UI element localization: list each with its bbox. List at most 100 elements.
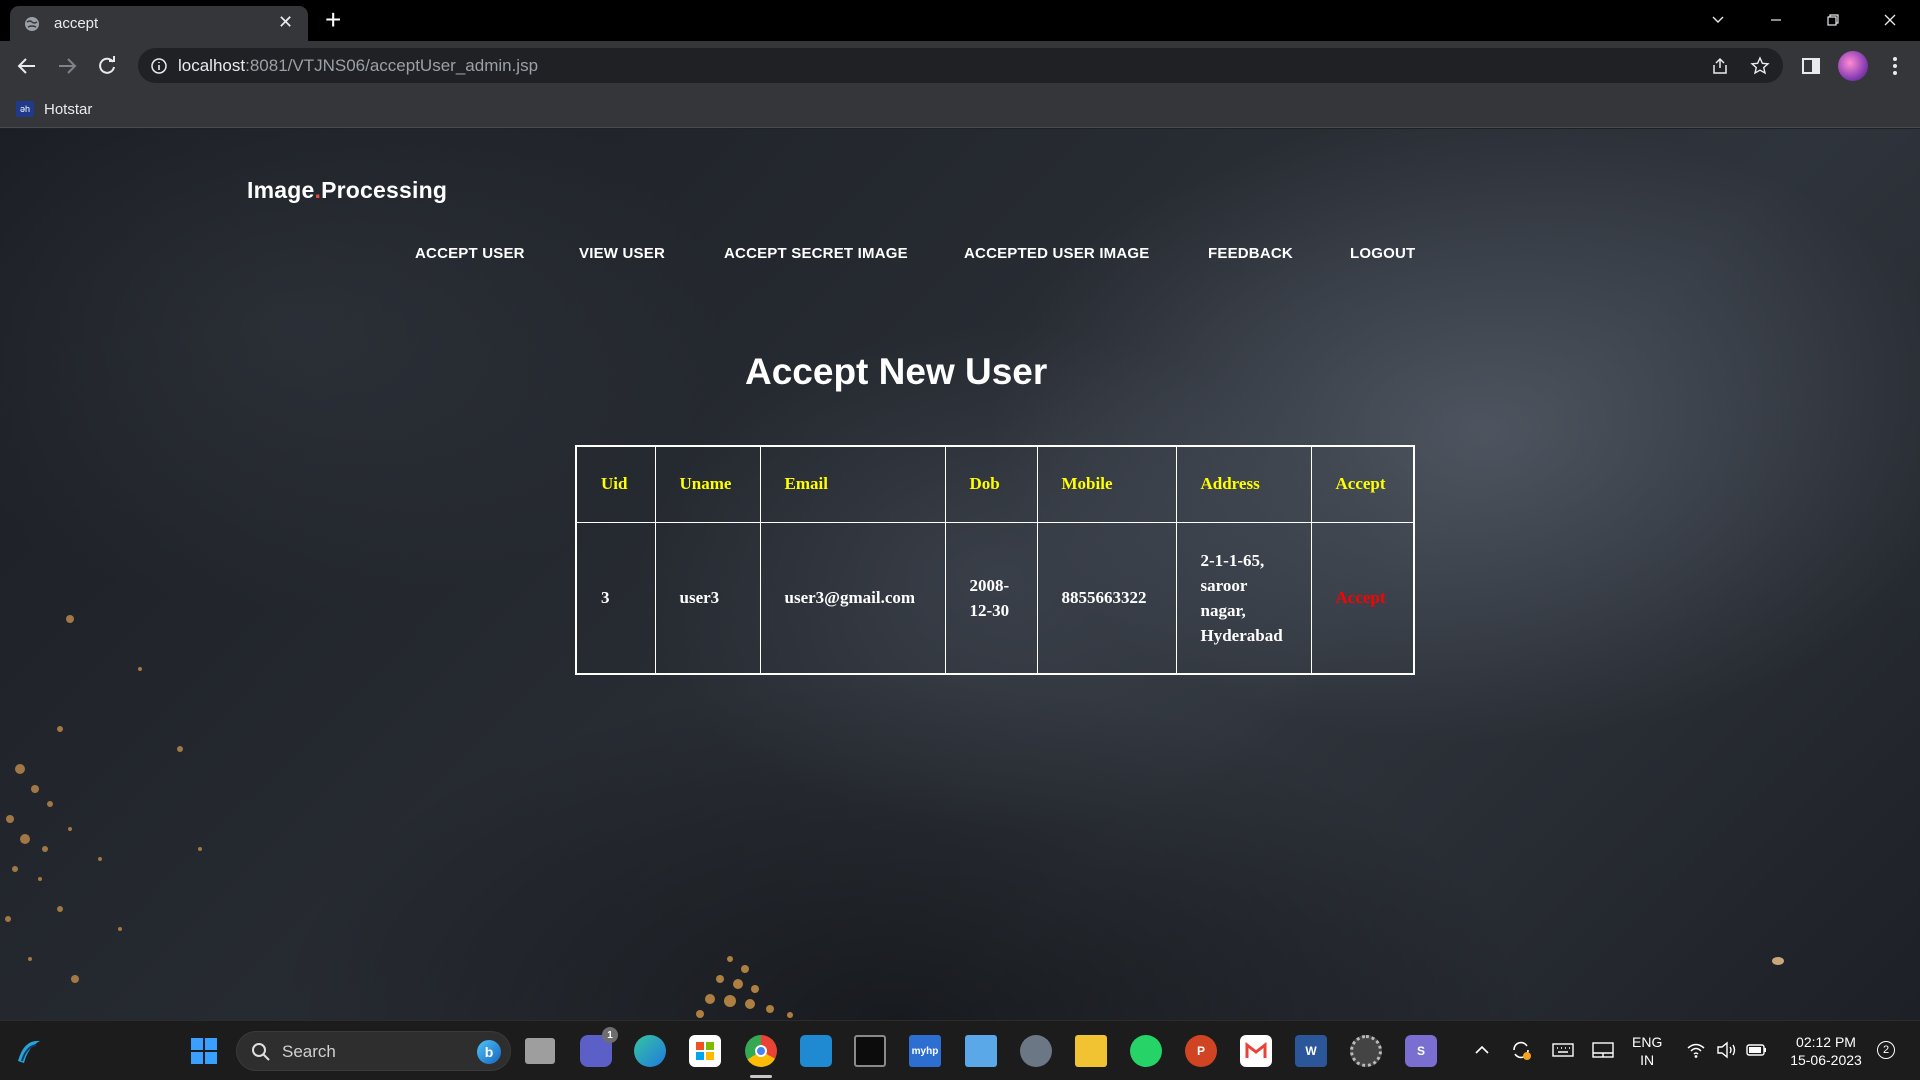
col-header-uid: Uid xyxy=(575,445,656,523)
table-row: 3 user3 user3@gmail.com 2008- 12-30 8855… xyxy=(575,521,1415,675)
side-panel-icon[interactable] xyxy=(1800,55,1822,77)
col-header-mobile: Mobile xyxy=(1036,445,1177,523)
url-host: localhost xyxy=(178,56,246,75)
file-explorer-icon[interactable] xyxy=(1075,1035,1107,1067)
cell-mobile: 8855663322 xyxy=(1036,521,1177,675)
page-title: Accept New User xyxy=(745,351,1048,392)
widgets-icon[interactable] xyxy=(14,1037,44,1065)
myhp-icon[interactable]: myhp xyxy=(909,1035,941,1067)
reload-icon[interactable] xyxy=(96,55,118,77)
settings-gear-icon[interactable] xyxy=(1020,1035,1052,1067)
task-view-icon[interactable] xyxy=(525,1038,555,1064)
background-speck-decoration xyxy=(1772,957,1784,965)
background-spice-pile-decoration xyxy=(696,956,793,1018)
address-line-1: 2-1-1-65, xyxy=(1200,550,1265,570)
back-arrow-icon[interactable] xyxy=(16,55,38,77)
taskbar-search[interactable]: Search b xyxy=(236,1031,511,1071)
teams-chat-icon[interactable]: 1 xyxy=(580,1027,618,1067)
clock-date: 15-06-2023 xyxy=(1790,1052,1862,1068)
tab-search-chevron-icon[interactable] xyxy=(1710,12,1726,28)
address-line-4: Hyderabad xyxy=(1200,625,1283,645)
vscode-icon[interactable] xyxy=(800,1035,832,1067)
bookmark-hotstar[interactable]: ǝh Hotstar xyxy=(16,98,92,120)
col-header-email: Email xyxy=(759,445,946,523)
nav-accepted-user-image[interactable]: ACCEPTED USER IMAGE xyxy=(964,245,1150,262)
address-bar[interactable]: localhost:8081/VTJNS06/acceptUser_admin.… xyxy=(138,48,1783,83)
browser-tab-strip: accept ✕ + xyxy=(0,0,1920,41)
tab-title: accept xyxy=(54,15,99,32)
browser-toolbar: localhost:8081/VTJNS06/acceptUser_admin.… xyxy=(0,41,1920,90)
close-window-icon[interactable] xyxy=(1882,12,1898,28)
bookmark-label: Hotstar xyxy=(44,100,93,118)
new-tab-button[interactable]: + xyxy=(325,4,341,36)
notepad-icon[interactable] xyxy=(965,1035,997,1067)
dob-line-2: 12-30 xyxy=(969,600,1010,620)
col-header-address: Address xyxy=(1175,445,1312,523)
chevron-up-icon[interactable] xyxy=(1474,1043,1490,1057)
language-indicator[interactable]: ENG IN xyxy=(1632,1033,1662,1069)
forward-arrow-icon[interactable] xyxy=(56,55,78,77)
sync-icon[interactable] xyxy=(1510,1039,1532,1061)
edge-icon[interactable] xyxy=(634,1035,666,1067)
volume-icon[interactable] xyxy=(1716,1041,1738,1059)
app-gear-icon[interactable] xyxy=(1350,1035,1382,1067)
whatsapp-icon[interactable] xyxy=(1130,1035,1162,1067)
users-table: Uid Uname Email Dob Mobile Address Accep… xyxy=(575,445,1415,675)
wifi-icon[interactable] xyxy=(1686,1041,1706,1059)
microsoft-store-icon[interactable] xyxy=(689,1035,721,1067)
site-brand[interactable]: Image.Processing xyxy=(247,177,447,204)
cell-email: user3@gmail.com xyxy=(759,521,946,675)
nav-accept-user[interactable]: ACCEPT USER xyxy=(415,245,525,262)
url-path: :8081/VTJNS06/acceptUser_admin.jsp xyxy=(245,56,539,75)
gmail-m-icon xyxy=(1245,1042,1267,1058)
accept-link[interactable]: Accept xyxy=(1310,521,1415,675)
clock-time: 02:12 PM xyxy=(1796,1034,1856,1050)
chrome-active-indicator xyxy=(750,1075,772,1078)
bookmark-star-icon[interactable] xyxy=(1750,56,1770,76)
windows-start-icon[interactable] xyxy=(190,1037,218,1065)
language-line-1: ENG xyxy=(1632,1034,1663,1050)
nav-accept-secret-image[interactable]: ACCEPT SECRET IMAGE xyxy=(724,245,908,262)
notification-badge[interactable]: 2 xyxy=(1877,1041,1895,1059)
clock[interactable]: 02:12 PM 15-06-2023 xyxy=(1784,1033,1868,1069)
cell-uname: user3 xyxy=(654,521,761,675)
search-icon xyxy=(252,1043,270,1061)
main-nav: ACCEPT USER VIEW USER ACCEPT SECRET IMAG… xyxy=(0,245,1920,269)
browser-tab[interactable]: accept ✕ xyxy=(10,6,308,41)
search-placeholder: Search xyxy=(282,1042,336,1061)
page-viewport: Image.Processing ACCEPT USER VIEW USER A… xyxy=(0,129,1920,1020)
col-header-accept: Accept xyxy=(1310,445,1415,523)
hotstar-icon: ǝh xyxy=(16,101,34,117)
app-s-icon[interactable]: S xyxy=(1405,1035,1437,1067)
dob-line-1: 2008- xyxy=(969,575,1010,595)
touchpad-icon[interactable] xyxy=(1592,1041,1614,1059)
restore-icon[interactable] xyxy=(1825,12,1841,28)
site-info-icon[interactable] xyxy=(150,57,168,75)
url-text: localhost:8081/VTJNS06/acceptUser_admin.… xyxy=(178,56,538,76)
store-grid-icon xyxy=(696,1042,714,1060)
address-line-2: saroor xyxy=(1200,575,1248,595)
gmail-icon[interactable] xyxy=(1240,1035,1272,1067)
powerpoint-icon[interactable]: P xyxy=(1185,1035,1217,1067)
kebab-menu-icon[interactable] xyxy=(1884,55,1906,77)
globe-icon xyxy=(25,17,39,31)
chrome-icon[interactable] xyxy=(745,1035,777,1067)
nav-logout[interactable]: LOGOUT xyxy=(1350,245,1415,262)
profile-avatar[interactable] xyxy=(1838,51,1868,81)
brand-word-2: Processing xyxy=(321,177,448,203)
bookmarks-bar: ǝh Hotstar xyxy=(0,90,1920,128)
minimize-icon[interactable] xyxy=(1768,12,1784,28)
word-icon[interactable]: W xyxy=(1295,1035,1327,1067)
tab-close-icon[interactable]: ✕ xyxy=(278,12,293,33)
col-header-dob: Dob xyxy=(944,445,1038,523)
terminal-icon[interactable] xyxy=(854,1035,886,1067)
keyboard-icon[interactable] xyxy=(1552,1041,1574,1059)
language-line-2: IN xyxy=(1640,1052,1655,1068)
share-icon[interactable] xyxy=(1710,56,1730,76)
nav-view-user[interactable]: VIEW USER xyxy=(579,245,665,262)
nav-feedback[interactable]: FEEDBACK xyxy=(1208,245,1293,262)
brand-word-1: Image xyxy=(247,177,315,203)
bing-icon[interactable]: b xyxy=(477,1040,501,1064)
battery-icon[interactable] xyxy=(1746,1042,1768,1058)
windows-taskbar: Search b 1 myhp P W S ENG IN 02:12 PM 15… xyxy=(0,1020,1920,1080)
